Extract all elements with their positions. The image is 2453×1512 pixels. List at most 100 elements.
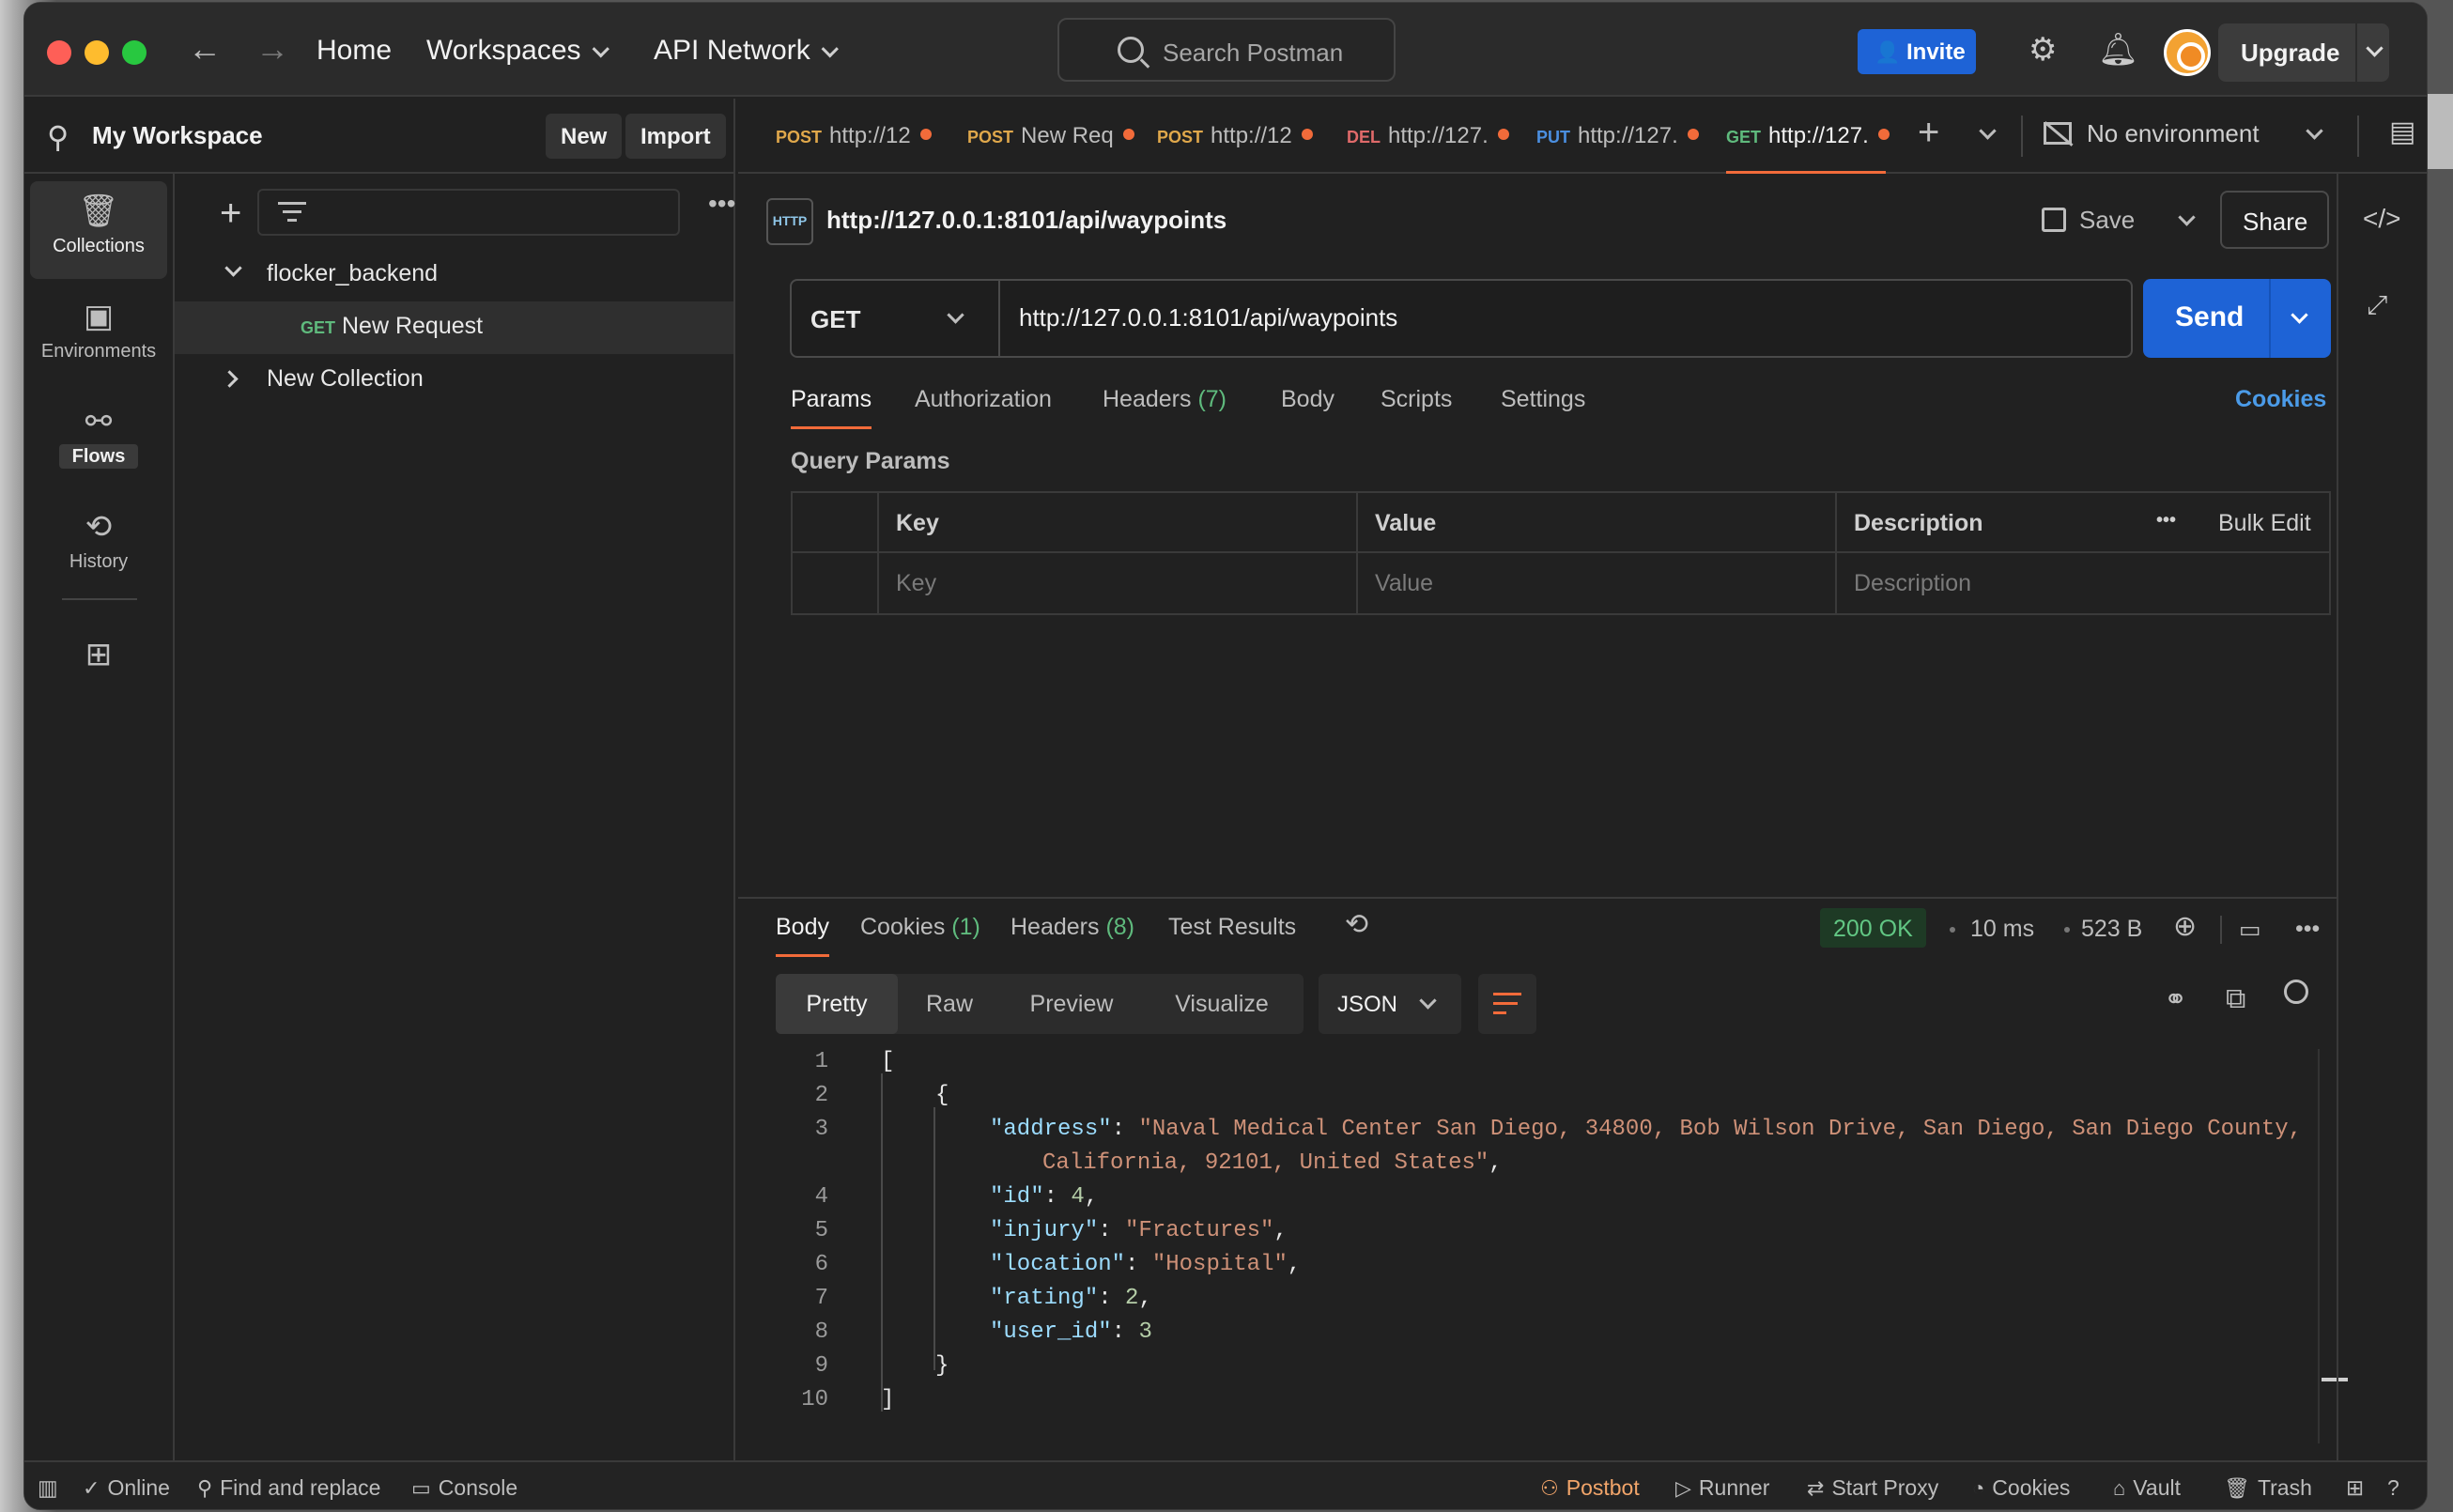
save-response-example-icon[interactable]: ▭ xyxy=(2239,916,2261,944)
home-link[interactable]: Home xyxy=(316,35,392,67)
send-options-chevron-icon[interactable] xyxy=(2291,306,2308,324)
scrollbar-track[interactable] xyxy=(2318,1049,2320,1443)
minimize-window-button[interactable] xyxy=(85,40,109,65)
postbot-button[interactable]: ⚇ Postbot xyxy=(1540,1475,1640,1501)
rail-environments[interactable]: ▣ Environments xyxy=(30,286,167,384)
chevron-down-icon[interactable] xyxy=(224,259,242,277)
runner-button[interactable]: ▷ Runner xyxy=(1675,1475,1769,1501)
tab-params[interactable]: Params xyxy=(791,386,872,429)
more-options-icon[interactable]: ••• xyxy=(708,189,735,219)
request-title[interactable]: http://127.0.0.1:8101/api/waypoints xyxy=(826,206,1226,235)
vault-button[interactable]: ⌂ Vault xyxy=(2113,1475,2181,1501)
close-window-button[interactable] xyxy=(47,40,71,65)
copy-link-icon[interactable]: ⚭ xyxy=(2164,983,2187,1016)
response-tab-body[interactable]: Body xyxy=(776,914,829,957)
method-chevron-icon[interactable] xyxy=(947,306,964,324)
format-visualize[interactable]: Visualize xyxy=(1142,974,1302,1034)
add-collection-plus-icon[interactable]: + xyxy=(220,193,241,235)
tab-authorization[interactable]: Authorization xyxy=(915,386,1052,413)
param-value-input[interactable]: Value xyxy=(1358,555,1835,615)
request-tab[interactable]: POST http://12 xyxy=(1157,123,1313,174)
code-snippet-icon[interactable]: </> xyxy=(2363,204,2400,234)
param-key-input[interactable]: Key xyxy=(879,555,1356,615)
url-input[interactable] xyxy=(1019,303,2099,332)
language-select[interactable]: JSON xyxy=(1319,974,1461,1034)
workspaces-menu[interactable]: Workspaces xyxy=(426,35,609,67)
response-history-icon[interactable]: ⟲ xyxy=(1345,908,1368,941)
environment-quick-look-icon[interactable]: ▤ xyxy=(2389,116,2415,148)
api-network-menu[interactable]: API Network xyxy=(654,35,839,67)
tab-settings[interactable]: Settings xyxy=(1501,386,1585,413)
request-tab[interactable]: PUT http://127. xyxy=(1536,123,1699,174)
copy-icon[interactable]: ⧉ xyxy=(2226,983,2245,1015)
console-button[interactable]: ▭ Console xyxy=(411,1475,517,1501)
tab-scripts[interactable]: Scripts xyxy=(1381,386,1452,413)
avatar[interactable] xyxy=(2164,29,2211,76)
start-proxy-button[interactable]: ⇄ Start Proxy xyxy=(1807,1475,1938,1501)
format-preview[interactable]: Preview xyxy=(1001,974,1142,1034)
request-tab[interactable]: POST http://12 xyxy=(776,123,932,174)
invite-button[interactable]: 👤 Invite xyxy=(1858,29,1976,74)
back-arrow-icon[interactable]: ← xyxy=(188,29,222,69)
cookies-button[interactable]: ◔ Cookies xyxy=(1972,1475,2070,1501)
response-size[interactable]: 523 B xyxy=(2081,916,2142,943)
response-body-code[interactable]: 1 2 3 4 5 6 7 8 9 10 [ { "address": "Nav… xyxy=(738,1049,2320,1443)
wrap-lines-button[interactable] xyxy=(1478,974,1536,1034)
toggle-sidebar-icon[interactable]: ▥ xyxy=(38,1475,58,1501)
method-select[interactable]: GET xyxy=(810,305,860,334)
find-and-replace-button[interactable]: ⚲ Find and replace xyxy=(197,1475,380,1501)
layout-toggle-icon[interactable]: ⊞ xyxy=(2346,1475,2364,1501)
chevron-down-icon[interactable] xyxy=(2366,39,2384,57)
maximize-window-button[interactable] xyxy=(122,40,147,65)
new-button[interactable]: New xyxy=(546,114,623,159)
rail-collections[interactable]: 🗑︎ Collections xyxy=(30,181,167,279)
collection-item[interactable]: New Collection xyxy=(175,354,733,407)
related-collections-icon[interactable]: ⤢ xyxy=(2367,290,2387,321)
status-badge[interactable]: 200 OK xyxy=(1820,908,1926,948)
request-tab[interactable]: DEL http://127. xyxy=(1347,123,1509,174)
response-tab-test-results[interactable]: Test Results xyxy=(1168,914,1296,941)
collection-search-input[interactable] xyxy=(257,189,680,236)
response-tab-cookies[interactable]: Cookies (1) xyxy=(860,914,980,941)
chevron-right-icon[interactable] xyxy=(221,370,239,388)
format-pretty[interactable]: Pretty xyxy=(776,974,898,1034)
rail-flows[interactable]: ⚯ Flows xyxy=(30,392,167,489)
response-time[interactable]: 10 ms xyxy=(1970,916,2034,943)
globe-icon[interactable]: ⊕ xyxy=(2173,910,2197,943)
environment-chevron-icon[interactable] xyxy=(2306,122,2323,140)
forward-arrow-icon[interactable]: → xyxy=(255,29,289,69)
trash-button[interactable]: 🗑︎ Trash xyxy=(2224,1475,2312,1501)
import-button[interactable]: Import xyxy=(625,114,726,159)
environment-selector[interactable]: No environment xyxy=(2044,119,2260,148)
more-options-icon[interactable]: ••• xyxy=(2139,493,2177,553)
settings-gear-icon[interactable]: ⚙ xyxy=(2029,31,2057,69)
send-button[interactable]: Send xyxy=(2143,279,2331,358)
notification-bell-icon[interactable]: 🔔︎ xyxy=(2098,31,2138,69)
collection-item[interactable]: flocker_backend xyxy=(175,249,733,301)
tab-list-chevron-icon[interactable] xyxy=(1979,122,1997,140)
workspace-title[interactable]: My Workspace xyxy=(92,121,263,150)
rail-history[interactable]: ⟲ History xyxy=(30,497,167,594)
help-icon[interactable]: ? xyxy=(2387,1475,2399,1501)
online-status[interactable]: ✓ Online xyxy=(83,1475,170,1501)
request-tab[interactable]: POST New Req xyxy=(967,123,1134,174)
tab-body[interactable]: Body xyxy=(1281,386,1334,413)
request-tab-active[interactable]: GET http://127. xyxy=(1726,123,1890,174)
bulk-edit-button[interactable]: Bulk Edit xyxy=(2201,493,2329,553)
response-tab-headers[interactable]: Headers (8) xyxy=(1011,914,1134,941)
search-input[interactable]: Search Postman xyxy=(1057,18,1396,82)
format-raw[interactable]: Raw xyxy=(898,974,1001,1034)
tab-headers[interactable]: Headers (7) xyxy=(1103,386,1226,413)
share-button[interactable]: Share xyxy=(2220,191,2329,249)
rail-add-apps[interactable]: ⊞ xyxy=(30,625,167,722)
more-options-icon[interactable]: ••• xyxy=(2295,916,2320,943)
save-options-chevron-icon[interactable] xyxy=(2178,208,2196,226)
save-button[interactable]: Save xyxy=(2042,206,2135,235)
upgrade-button[interactable]: Upgrade xyxy=(2218,23,2389,82)
cookies-link[interactable]: Cookies xyxy=(2235,386,2326,413)
request-item[interactable]: GET New Request xyxy=(175,301,733,354)
search-icon[interactable] xyxy=(2284,980,2308,1011)
url-bar: GET xyxy=(790,279,2133,358)
new-tab-plus-icon[interactable]: + xyxy=(1918,112,1939,154)
param-description-input[interactable]: Description xyxy=(1837,555,2325,615)
